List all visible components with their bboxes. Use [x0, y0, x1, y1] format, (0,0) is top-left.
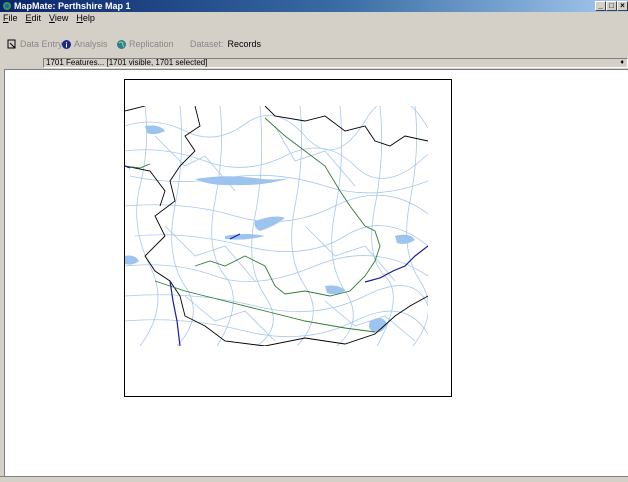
replication-button[interactable]: Replication	[116, 38, 174, 50]
svg-text:i: i	[66, 42, 68, 49]
menu-file[interactable]: File	[3, 13, 18, 23]
analysis-button[interactable]: i Analysis	[61, 38, 108, 50]
map-window[interactable]	[4, 69, 628, 476]
close-button[interactable]: ×	[617, 1, 628, 11]
data-entry-icon	[7, 39, 18, 50]
window-title: MapMate: Perthshire Map 1	[14, 1, 131, 11]
status-bar	[0, 476, 628, 482]
toolbar: Data Entry i Analysis Replication Datase…	[0, 24, 628, 56]
map-frame	[124, 79, 452, 397]
menu-bar: File Edit View Help	[0, 12, 628, 24]
title-bar: MapMate: Perthshire Map 1 _ □ ×	[0, 0, 628, 12]
globe-icon	[116, 39, 127, 50]
menu-help[interactable]: Help	[76, 13, 95, 23]
maximize-button[interactable]: □	[606, 1, 617, 11]
menu-view[interactable]: View	[49, 13, 68, 23]
perthshire-map[interactable]	[125, 106, 428, 346]
analysis-icon: i	[61, 39, 72, 50]
river-network	[125, 106, 428, 346]
dropdown-arrow-icon[interactable]: ♦	[620, 59, 624, 67]
minimize-button[interactable]: _	[595, 1, 606, 11]
dataset-selector[interactable]: Dataset: Records	[190, 38, 261, 50]
data-entry-button[interactable]: Data Entry	[7, 38, 63, 50]
window-controls: _ □ ×	[595, 1, 628, 11]
mapmate-app-icon	[2, 1, 12, 11]
feature-status-dropdown[interactable]: 1701 Features... [1701 visible, 1701 sel…	[43, 58, 628, 68]
menu-edit[interactable]: Edit	[26, 13, 42, 23]
